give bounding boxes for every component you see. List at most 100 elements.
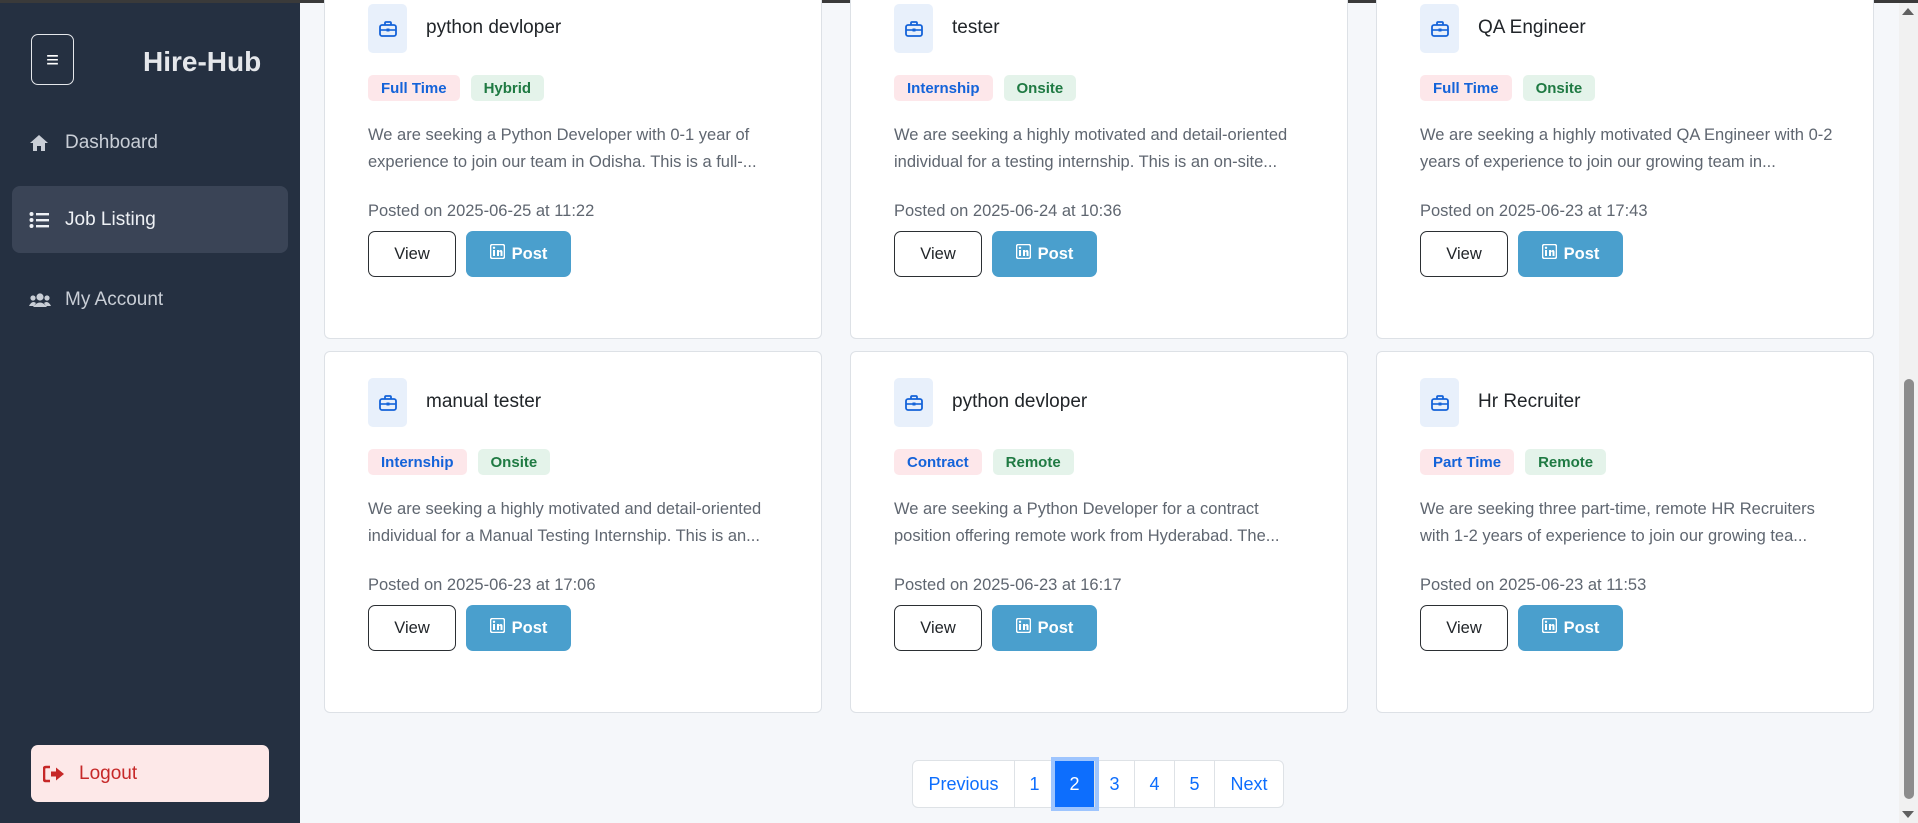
linkedin-icon: [1015, 243, 1031, 264]
job-card: python devloper Full Time Hybrid We are …: [324, 0, 822, 339]
scroll-up-arrow-icon[interactable]: [1902, 8, 1914, 15]
post-button[interactable]: Post: [1518, 605, 1623, 651]
pagination-page-3[interactable]: 3: [1095, 761, 1135, 807]
job-title: manual tester: [426, 391, 542, 412]
job-type-badge: Part Time: [1420, 449, 1515, 475]
linkedin-icon: [489, 617, 505, 638]
view-button[interactable]: View: [1420, 605, 1508, 651]
work-mode-badge: Onsite: [1522, 75, 1596, 101]
job-type-badge: Internship: [894, 75, 993, 101]
sidebar-item-label: My Account: [65, 288, 164, 310]
scrollbar[interactable]: [1899, 3, 1918, 823]
pagination-next[interactable]: Next: [1215, 761, 1283, 807]
briefcase-icon: [894, 4, 933, 53]
work-mode-badge: Onsite: [477, 449, 551, 475]
pagination-previous[interactable]: Previous: [913, 761, 1015, 807]
job-description: We are seeking a highly motivated and de…: [368, 500, 762, 545]
posted-date: Posted on 2025-06-25 at 11:22: [368, 202, 595, 220]
job-description: We are seeking a Python Developer for a …: [894, 500, 1280, 545]
job-title: QA Engineer: [1478, 17, 1586, 38]
job-type-badge: Full Time: [1420, 75, 1512, 101]
linkedin-icon: [489, 243, 505, 264]
pagination-page-1[interactable]: 1: [1015, 761, 1055, 807]
briefcase-icon: [368, 378, 407, 427]
posted-date: Posted on 2025-06-24 at 10:36: [894, 202, 1122, 220]
scrollbar-thumb[interactable]: [1904, 379, 1914, 799]
job-title: tester: [952, 17, 1000, 38]
sidebar: ≡ Hire-Hub Dashboard Job Listing My Acco…: [0, 3, 300, 823]
sidebar-item-label: Dashboard: [65, 131, 158, 153]
sign-out-icon: [43, 765, 79, 783]
post-button-label: Post: [1037, 618, 1074, 637]
post-button-label: Post: [1563, 244, 1600, 263]
job-tags: Part Time Remote: [1420, 449, 1607, 475]
brand-title: Hire-Hub: [143, 46, 262, 77]
posted-date: Posted on 2025-06-23 at 17:06: [368, 576, 596, 594]
briefcase-icon: [1420, 4, 1459, 53]
job-title: python devloper: [426, 17, 562, 38]
job-tags: Internship Onsite: [894, 75, 1077, 101]
sidebar-item-job-listing[interactable]: Job Listing: [12, 186, 288, 253]
job-type-badge: Contract: [894, 449, 982, 475]
post-button-label: Post: [511, 618, 548, 637]
linkedin-icon: [1541, 617, 1557, 638]
work-mode-badge: Remote: [1525, 449, 1607, 475]
job-description: We are seeking a highly motivated and de…: [894, 126, 1288, 171]
job-type-badge: Full Time: [368, 75, 460, 101]
job-title: python devloper: [952, 391, 1088, 412]
job-tags: Internship Onsite: [368, 449, 551, 475]
hamburger-icon: ≡: [46, 46, 59, 72]
post-button[interactable]: Post: [466, 605, 571, 651]
post-button-label: Post: [1037, 244, 1074, 263]
pagination-page-4[interactable]: 4: [1135, 761, 1175, 807]
job-card: python devloper Contract Remote We are s…: [850, 351, 1348, 713]
job-card: QA Engineer Full Time Onsite We are seek…: [1376, 0, 1874, 339]
view-button[interactable]: View: [368, 605, 456, 651]
pagination-page-2[interactable]: 2: [1055, 761, 1095, 807]
linkedin-icon: [1541, 243, 1557, 264]
job-description: We are seeking a Python Developer with 0…: [368, 126, 757, 171]
post-button-label: Post: [511, 244, 548, 263]
work-mode-badge: Onsite: [1003, 75, 1077, 101]
posted-date: Posted on 2025-06-23 at 11:53: [1420, 576, 1647, 594]
pagination: Previous 1 2 3 4 5 Next: [912, 760, 1284, 808]
sidebar-item-label: Job Listing: [65, 208, 156, 230]
job-title: Hr Recruiter: [1478, 391, 1581, 412]
post-button[interactable]: Post: [992, 605, 1097, 651]
work-mode-badge: Remote: [992, 449, 1074, 475]
view-button[interactable]: View: [894, 605, 982, 651]
job-card: manual tester Internship Onsite We are s…: [324, 351, 822, 713]
home-icon: [29, 134, 65, 152]
sidebar-item-dashboard[interactable]: Dashboard: [12, 109, 288, 176]
sidebar-item-my-account[interactable]: My Account: [12, 266, 288, 333]
post-button[interactable]: Post: [1518, 231, 1623, 277]
briefcase-icon: [1420, 378, 1459, 427]
pagination-page-5[interactable]: 5: [1175, 761, 1215, 807]
post-button[interactable]: Post: [466, 231, 571, 277]
job-description: We are seeking a highly motivated QA Eng…: [1420, 126, 1833, 171]
posted-date: Posted on 2025-06-23 at 16:17: [894, 576, 1122, 594]
list-icon: [29, 211, 65, 229]
view-button[interactable]: View: [894, 231, 982, 277]
work-mode-badge: Hybrid: [470, 75, 545, 101]
job-description: We are seeking three part-time, remote H…: [1420, 500, 1815, 545]
job-tags: Contract Remote: [894, 449, 1074, 475]
job-card: tester Internship Onsite We are seeking …: [850, 0, 1348, 339]
job-tags: Full Time Hybrid: [368, 75, 545, 101]
users-icon: [29, 292, 65, 308]
view-button[interactable]: View: [1420, 231, 1508, 277]
scroll-down-arrow-icon[interactable]: [1902, 811, 1914, 818]
view-button[interactable]: View: [368, 231, 456, 277]
posted-date: Posted on 2025-06-23 at 17:43: [1420, 202, 1648, 220]
briefcase-icon: [894, 378, 933, 427]
logout-label: Logout: [79, 762, 138, 784]
job-type-badge: Internship: [368, 449, 467, 475]
job-card: Hr Recruiter Part Time Remote We are see…: [1376, 351, 1874, 713]
post-button-label: Post: [1563, 618, 1600, 637]
briefcase-icon: [368, 4, 407, 53]
job-tags: Full Time Onsite: [1420, 75, 1596, 101]
menu-toggle-button[interactable]: ≡: [31, 34, 74, 85]
logout-button[interactable]: Logout: [31, 745, 269, 802]
post-button[interactable]: Post: [992, 231, 1097, 277]
linkedin-icon: [1015, 617, 1031, 638]
